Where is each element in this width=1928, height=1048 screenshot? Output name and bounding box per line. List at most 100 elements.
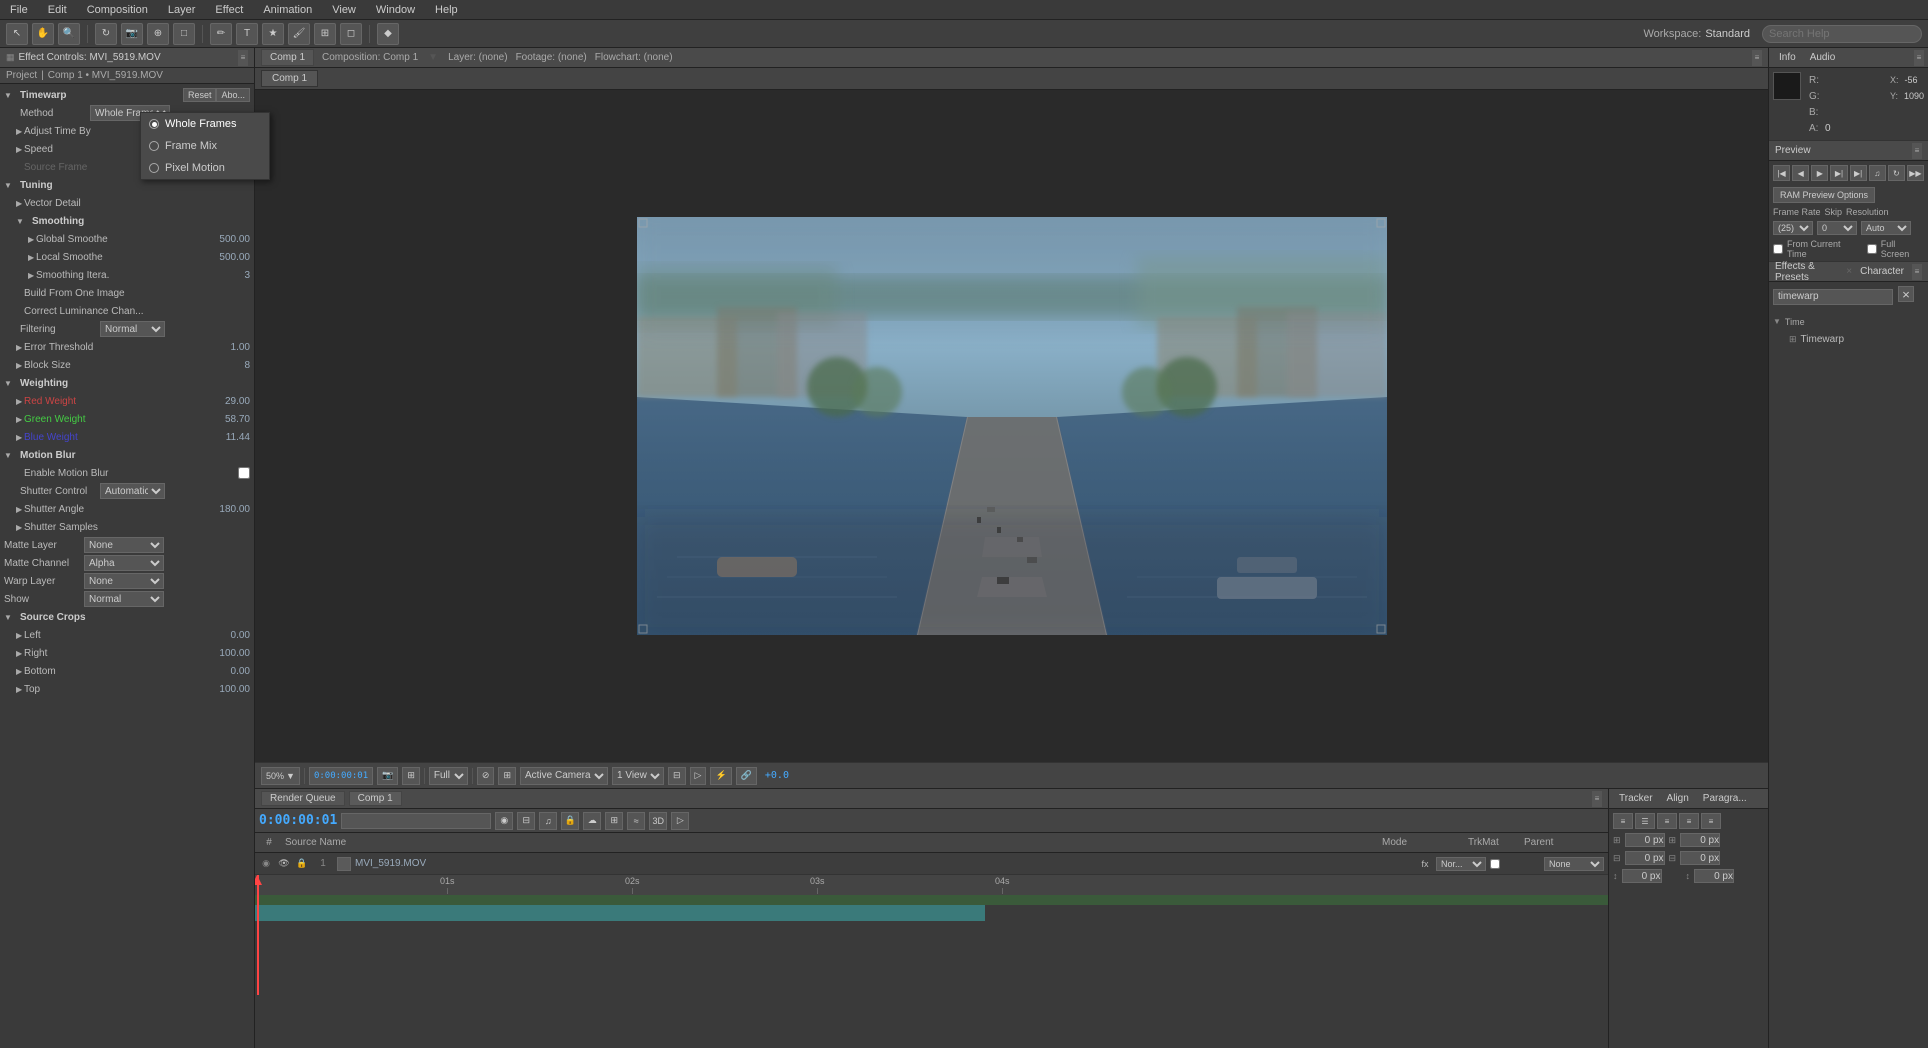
timeline-collapse-btn[interactable]: ≡ [1592,791,1602,807]
effects-tab-label[interactable]: Effects & Presets [1775,261,1838,283]
indent-input-1[interactable] [1625,833,1665,847]
composition-viewer[interactable] [255,90,1768,762]
ec-smooth-tri[interactable]: ▼ [16,217,24,226]
ec-gw-tri[interactable]: ▶ [16,415,24,424]
menu-file[interactable]: File [6,4,32,16]
rotate-tool[interactable]: ↻ [95,23,117,45]
menu-layer[interactable]: Layer [164,4,200,16]
tracker-tab[interactable]: Tracker [1613,791,1659,806]
menu-composition[interactable]: Composition [83,4,152,16]
comp-tab[interactable]: Comp 1 [261,49,314,66]
show-channel-btn[interactable]: ⊞ [402,767,420,785]
ec-reset-btn[interactable]: Reset [183,88,217,102]
mask-tool[interactable]: □ [173,23,195,45]
ec-ss-tri[interactable]: ▶ [16,523,24,532]
ec-ls-tri[interactable]: ▶ [28,253,36,262]
indent-input-2[interactable] [1680,833,1720,847]
menu-effect[interactable]: Effect [211,4,247,16]
effects-search-clear[interactable]: × [1898,286,1914,302]
layer-eye[interactable]: 👁 [277,857,291,871]
timecode-display[interactable]: 0:00:00:01 [309,767,373,785]
layer-mode-dropdown[interactable]: Nor... [1436,857,1486,871]
align-justify-all-btn[interactable]: ≡ [1701,813,1721,829]
dropdown-item-whole-frames[interactable]: Whole Frames [141,113,269,135]
preview-tab-label[interactable]: Preview [1775,145,1811,156]
transparency-btn[interactable]: ⊘ [477,767,495,785]
hand-tool[interactable]: ✋ [32,23,54,45]
resolution-dropdown[interactable]: Full [429,767,468,785]
type-tool[interactable]: T [236,23,258,45]
menu-window[interactable]: Window [372,4,419,16]
ec-weight-tri[interactable]: ▼ [4,379,12,388]
comp-1-tab[interactable]: Comp 1 [261,70,318,87]
magnification-dropdown[interactable]: 50% ▼ [261,767,300,785]
ec-matte-channel-dropdown[interactable]: Alpha [84,555,164,571]
comp-1-timeline-tab[interactable]: Comp 1 [349,791,402,806]
info-tab[interactable]: Info [1773,50,1802,65]
align-left-btn[interactable]: ≡ [1613,813,1633,829]
ec-bs-tri[interactable]: ▶ [16,361,24,370]
camera-tool[interactable]: 📷 [121,23,143,45]
layer-parent-dropdown[interactable]: None [1544,857,1604,871]
loop-btn[interactable]: ↻ [1888,165,1905,181]
pen-tool[interactable]: ✏ [210,23,232,45]
indent-input-3[interactable] [1625,851,1665,865]
ec-tuning-tri[interactable]: ▼ [4,181,12,190]
paragraph-tab[interactable]: Paragra... [1697,791,1753,806]
eraser-tool[interactable]: ◻ [340,23,362,45]
playhead-line[interactable] [257,875,259,995]
ec-gs-tri[interactable]: ▶ [28,235,36,244]
character-tab-label[interactable]: Character [1860,266,1904,277]
play-btn[interactable]: ▶ [1811,165,1828,181]
ram-preview-playback[interactable]: ▶▶ [1907,165,1924,181]
tl-motion-blur-btn[interactable]: ≈ [627,812,645,830]
ec-warp-layer-dropdown[interactable]: None [84,573,164,589]
camera-dropdown[interactable]: Active Camera [520,767,608,785]
layer-bar-teal[interactable] [255,905,985,921]
tl-draft-3d-btn[interactable]: 3D [649,812,667,830]
search-input[interactable] [1762,25,1922,43]
ec-et-tri[interactable]: ▶ [16,343,24,352]
ec-top-tri[interactable]: ▶ [16,685,24,694]
shape-tool[interactable]: ★ [262,23,284,45]
ec-bw-tri[interactable]: ▶ [16,433,24,442]
ec-sc-tri[interactable]: ▼ [4,613,12,622]
render-queue-tab[interactable]: Render Queue [261,791,345,806]
layer-lock[interactable]: 🔒 [295,857,309,871]
view-options-btn[interactable]: ⊟ [668,767,686,785]
ec-right-tri[interactable]: ▶ [16,649,24,658]
align-center-btn[interactable]: ☰ [1635,813,1655,829]
paint-tool[interactable]: 🖌 [288,23,310,45]
workspace-value[interactable]: Standard [1705,28,1750,40]
indent-input-6[interactable] [1694,869,1734,883]
tl-mute-btn[interactable]: ♫ [539,812,557,830]
render-btn[interactable]: ▷ [690,767,707,785]
ec-show-dropdown[interactable]: Normal [84,591,164,607]
dropdown-item-pixel-motion[interactable]: Pixel Motion [141,157,269,179]
tl-shy-btn[interactable]: ☁ [583,812,601,830]
trimat-checkbox[interactable] [1490,859,1500,869]
audio-btn[interactable]: ♫ [1869,165,1886,181]
frame-rate-dropdown[interactable]: (25) [1773,221,1813,235]
ec-triangle[interactable]: ▼ [4,91,12,100]
ec-si-tri[interactable]: ▶ [28,271,36,280]
tl-solo-btn[interactable]: ◉ [495,812,513,830]
ec-speed-tri[interactable]: ▶ [16,145,24,154]
timeline-link-btn[interactable]: 🔗 [736,767,757,785]
tl-comp-btn[interactable]: ⊞ [605,812,623,830]
timeline-search[interactable] [341,813,491,829]
align-right-btn[interactable]: ≡ [1657,813,1677,829]
layer-effects-icon[interactable]: fx [1418,857,1432,871]
align-justify-btn[interactable]: ≡ [1679,813,1699,829]
ec-filtering-dropdown[interactable]: Normal [100,321,165,337]
ec-about-btn[interactable]: Abo... [216,88,250,102]
last-frame-btn[interactable]: ▶| [1850,165,1867,181]
skip-dropdown[interactable]: 0 [1817,221,1857,235]
timeline-timecode[interactable]: 0:00:00:01 [259,813,337,828]
next-frame-btn[interactable]: ▶| [1830,165,1847,181]
puppet-tool[interactable]: ◆ [377,23,399,45]
ec-matte-layer-dropdown[interactable]: None [84,537,164,553]
ec-vector-tri[interactable]: ▶ [16,199,24,208]
ram-preview-btn[interactable]: RAM Preview Options [1773,187,1875,203]
audio-tab[interactable]: Audio [1804,50,1842,65]
